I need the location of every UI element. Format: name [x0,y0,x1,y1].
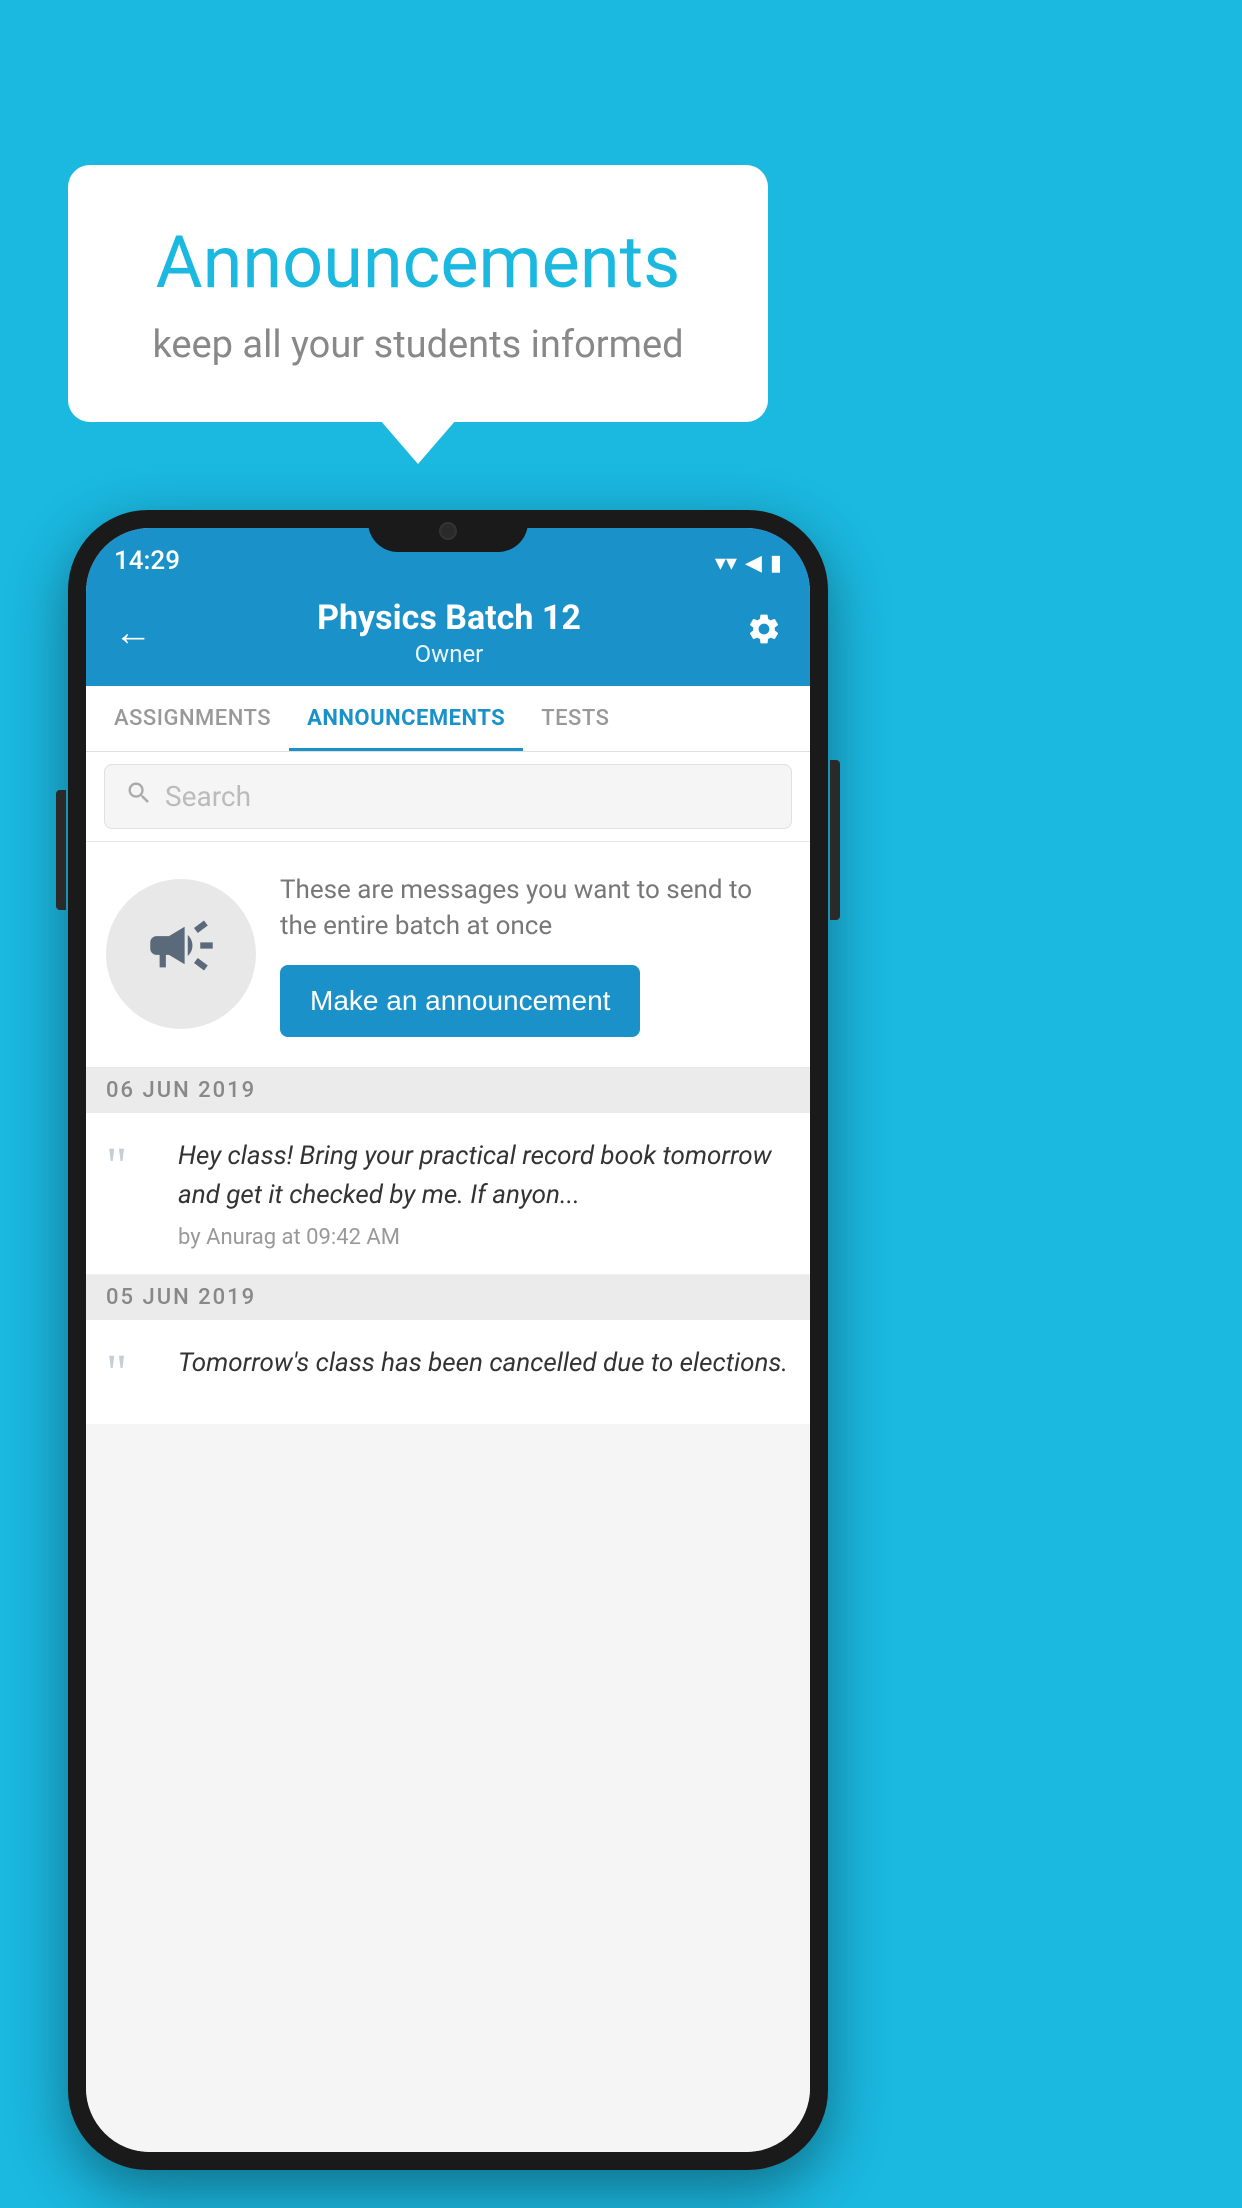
search-bar[interactable]: Search [104,764,792,829]
tab-tests[interactable]: TESTS [523,686,627,751]
speech-bubble: Announcements keep all your students inf… [68,165,768,422]
search-container: Search [86,752,810,842]
quote-icon-1: " [106,1141,158,1193]
announcement-content-1: Hey class! Bring your practical record b… [178,1137,790,1250]
announcement-meta-1: by Anurag at 09:42 AM [178,1225,790,1250]
search-placeholder: Search [165,780,251,813]
speech-bubble-container: Announcements keep all your students inf… [68,165,768,422]
status-icons: ▾▾ ◀ ▮ [715,551,782,576]
megaphone-icon [144,908,219,1001]
main-content: Search These are [86,752,810,2152]
back-button[interactable]: ← [114,611,152,655]
phone-outer-shell: 14:29 ▾▾ ◀ ▮ ← Physics Batch 12 Owner [68,510,828,2170]
app-background: Announcements keep all your students inf… [0,0,1242,2208]
speech-bubble-subtitle: keep all your students informed [128,323,708,367]
status-time: 14:29 [114,546,180,576]
tab-assignments[interactable]: ASSIGNMENTS [96,686,289,751]
front-camera [439,522,457,540]
promo-section: These are messages you want to send to t… [86,842,810,1068]
tab-announcements[interactable]: ANNOUNCEMENTS [289,686,523,751]
quote-icon-2: " [106,1348,158,1400]
tabs-bar: ASSIGNMENTS ANNOUNCEMENTS TESTS [86,686,810,752]
battery-icon: ▮ [770,551,782,576]
date-divider-2: 05 JUN 2019 [86,1275,810,1320]
phone-mockup: 14:29 ▾▾ ◀ ▮ ← Physics Batch 12 Owner [68,510,828,2170]
wifi-icon: ▾▾ [715,551,737,576]
announcement-text-2: Tomorrow's class has been cancelled due … [178,1344,790,1383]
header-title: Physics Batch 12 [317,598,581,638]
phone-screen: 14:29 ▾▾ ◀ ▮ ← Physics Batch 12 Owner [86,528,810,2152]
announcement-text-1: Hey class! Bring your practical record b… [178,1137,790,1215]
promo-icon-circle [106,879,256,1029]
promo-description: These are messages you want to send to t… [280,872,790,945]
announcement-content-2: Tomorrow's class has been cancelled due … [178,1344,790,1393]
signal-icon: ◀ [745,551,762,576]
speech-bubble-title: Announcements [128,220,708,305]
announcement-item-2[interactable]: " Tomorrow's class has been cancelled du… [86,1320,810,1424]
date-divider-1: 06 JUN 2019 [86,1068,810,1113]
search-icon [125,779,153,814]
settings-button[interactable] [746,611,782,656]
announcement-item-1[interactable]: " Hey class! Bring your practical record… [86,1113,810,1275]
make-announcement-button[interactable]: Make an announcement [280,965,640,1037]
header-subtitle: Owner [317,640,581,668]
app-header: ← Physics Batch 12 Owner [86,584,810,686]
header-center: Physics Batch 12 Owner [317,598,581,668]
promo-content: These are messages you want to send to t… [280,872,790,1037]
phone-notch [368,510,528,552]
